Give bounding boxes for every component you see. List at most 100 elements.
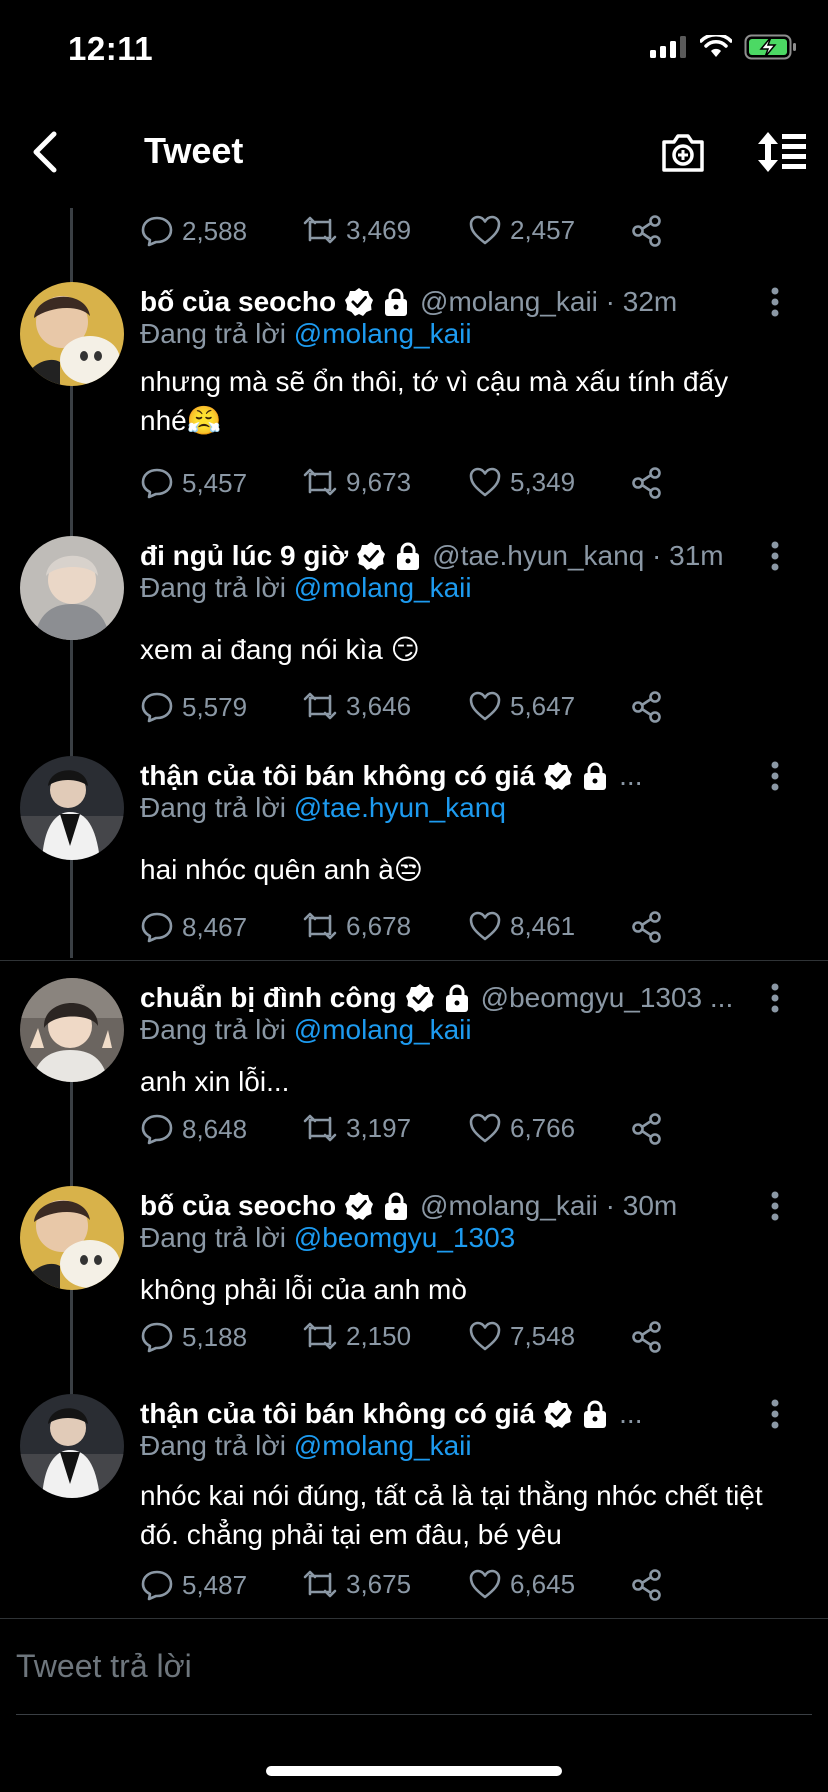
handle-time: @tae.hyun_kanq · 31m: [432, 540, 724, 571]
retweet-icon: [303, 468, 337, 496]
tweet-text: nhưng mà sẽ ổn thôi, tớ vì cậu mà xấu tí…: [140, 366, 729, 436]
divider: [16, 1714, 812, 1715]
like-action[interactable]: 7,548: [468, 1320, 575, 1352]
more-options-icon[interactable]: [770, 1190, 780, 1222]
comment-icon: [141, 1114, 173, 1145]
heart-icon: [469, 1569, 501, 1599]
retweet-action[interactable]: 9,673: [302, 466, 411, 498]
share-action[interactable]: [630, 214, 664, 248]
reply-label: Đang trả lời: [140, 1430, 286, 1461]
reply-mention[interactable]: @molang_kaii: [294, 572, 472, 603]
verified-badge-icon: [357, 542, 386, 570]
lock-icon: [584, 762, 607, 790]
share-action[interactable]: [630, 1112, 664, 1146]
lock-icon: [584, 1400, 607, 1428]
avatar[interactable]: [20, 1394, 124, 1498]
share-action[interactable]: [630, 1568, 664, 1602]
more-options-icon[interactable]: [770, 286, 780, 318]
share-icon: [632, 1321, 661, 1353]
reply-context: Đang trả lời @tae.hyun_kanq: [140, 792, 506, 824]
retweet-count: 3,469: [346, 214, 412, 245]
reply-action[interactable]: 2,588: [140, 214, 247, 248]
avatar[interactable]: [20, 536, 124, 640]
tweet-header: đi ngủ lúc 9 giờ @tae.hyun_kanq · 31m: [140, 538, 760, 574]
display-name[interactable]: chuẩn bị đình công: [140, 982, 397, 1014]
lock-icon: [445, 984, 468, 1012]
share-icon: [632, 911, 661, 943]
avatar[interactable]: [20, 282, 124, 386]
share-action[interactable]: [630, 1320, 664, 1354]
retweet-count: 6,678: [346, 910, 412, 941]
display-name[interactable]: đi ngủ lúc 9 giờ: [140, 540, 348, 572]
retweet-icon: [303, 692, 337, 720]
heart-icon: [469, 215, 501, 245]
verified-badge-icon: [405, 984, 434, 1012]
reply-mention[interactable]: @beomgyu_1303: [294, 1222, 515, 1253]
reply-input[interactable]: Tweet trả lời: [16, 1648, 192, 1685]
reply-action[interactable]: 8,467: [140, 910, 247, 944]
share-action[interactable]: [630, 910, 664, 944]
retweet-count: 9,673: [346, 466, 412, 497]
tweet-header: thận của tôi bán không có giá ...: [140, 758, 760, 794]
retweet-action[interactable]: 3,469: [302, 214, 411, 246]
reply-label: Đang trả lời: [140, 792, 286, 823]
retweet-icon: [303, 216, 337, 244]
avatar[interactable]: [20, 978, 124, 1082]
reply-action[interactable]: 5,487: [140, 1568, 247, 1602]
share-action[interactable]: [630, 466, 664, 500]
reply-action[interactable]: 8,648: [140, 1112, 247, 1146]
verified-badge-icon: [345, 288, 374, 316]
retweet-count: 2,150: [346, 1320, 412, 1351]
heart-icon: [469, 911, 501, 941]
like-action[interactable]: 5,647: [468, 690, 575, 722]
tweet-header: thận của tôi bán không có giá ...: [140, 1396, 760, 1432]
reply-mention[interactable]: @molang_kaii: [294, 1014, 472, 1045]
retweet-action[interactable]: 3,675: [302, 1568, 411, 1600]
like-count: 7,548: [510, 1320, 576, 1351]
display-name[interactable]: bố của seocho: [140, 286, 336, 318]
tweet-actions: 8,648 3,197 6,766: [140, 1112, 700, 1152]
retweet-action[interactable]: 3,646: [302, 690, 411, 722]
verified-badge-icon: [345, 1192, 374, 1220]
avatar[interactable]: [20, 756, 124, 860]
more-options-icon[interactable]: [770, 982, 780, 1014]
like-action[interactable]: 5,349: [468, 466, 575, 498]
retweet-icon: [303, 1322, 337, 1350]
reply-action[interactable]: 5,188: [140, 1320, 247, 1354]
cellular-signal-icon: [650, 36, 686, 58]
reply-label: Đang trả lời: [140, 1222, 286, 1253]
share-action[interactable]: [630, 690, 664, 724]
like-action[interactable]: 2,457: [468, 214, 575, 246]
reply-action[interactable]: 5,457: [140, 466, 247, 500]
divider: [0, 960, 828, 961]
reply-mention[interactable]: @molang_kaii: [294, 318, 472, 349]
reply-mention[interactable]: @tae.hyun_kanq: [294, 792, 506, 823]
tweet-actions: 8,467 6,678 8,461: [140, 910, 700, 950]
reply-mention[interactable]: @molang_kaii: [294, 1430, 472, 1461]
share-icon: [632, 215, 661, 247]
tweet-header: chuẩn bị đình công @beomgyu_1303 ...: [140, 980, 760, 1016]
display-name[interactable]: bố của seocho: [140, 1190, 336, 1222]
retweet-action[interactable]: 6,678: [302, 910, 411, 942]
divider: [0, 1618, 828, 1619]
display-name[interactable]: thận của tôi bán không có giá: [140, 760, 535, 792]
more-options-icon[interactable]: [770, 540, 780, 572]
camera-add-icon[interactable]: [660, 130, 706, 176]
like-count: 5,349: [510, 466, 576, 497]
retweet-icon: [303, 1114, 337, 1142]
retweet-action[interactable]: 3,197: [302, 1112, 411, 1144]
handle-time: @beomgyu_1303 ...: [480, 982, 734, 1013]
reply-action[interactable]: 5,579: [140, 690, 247, 724]
back-arrow-icon[interactable]: [26, 128, 66, 176]
lock-icon: [397, 542, 420, 570]
like-action[interactable]: 6,766: [468, 1112, 575, 1144]
more-options-icon[interactable]: [770, 760, 780, 792]
heart-icon: [469, 467, 501, 497]
more-options-icon[interactable]: [770, 1398, 780, 1430]
retweet-action[interactable]: 2,150: [302, 1320, 411, 1352]
like-action[interactable]: 6,645: [468, 1568, 575, 1600]
like-action[interactable]: 8,461: [468, 910, 575, 942]
avatar[interactable]: [20, 1186, 124, 1290]
sort-icon[interactable]: [756, 130, 806, 174]
display-name[interactable]: thận của tôi bán không có giá: [140, 1398, 535, 1430]
